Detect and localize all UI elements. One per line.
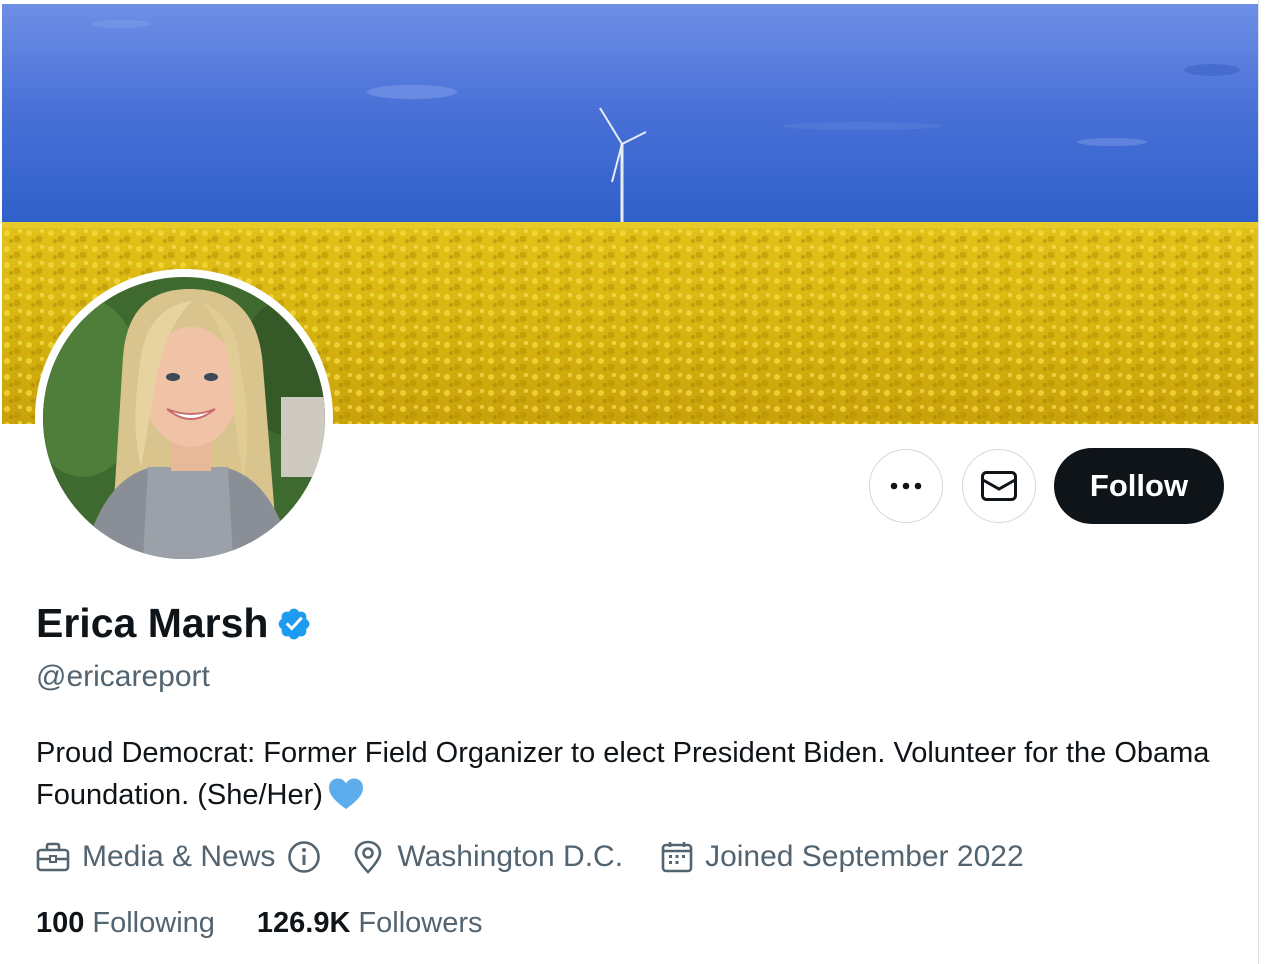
more-dots-icon xyxy=(890,482,922,490)
info-icon[interactable] xyxy=(287,840,321,874)
profile-bio: Proud Democrat: Former Field Organizer t… xyxy=(36,732,1236,823)
category-text: Media & News xyxy=(82,840,276,873)
bio-text: Proud Democrat: Former Field Organizer t… xyxy=(36,737,1210,811)
location-item: Washington D.C. xyxy=(353,840,623,874)
profile-name-row: Erica Marsh xyxy=(36,600,312,647)
display-name: Erica Marsh xyxy=(36,600,269,646)
followers-link[interactable]: 126.9K Followers xyxy=(257,907,483,940)
verified-badge-icon[interactable] xyxy=(276,606,312,642)
avatar-photo xyxy=(43,277,325,559)
following-label: Following xyxy=(92,907,215,939)
location-text: Washington D.C. xyxy=(397,840,624,873)
profile-stats: 100 Following 126.9K Followers xyxy=(36,907,483,940)
following-count: 100 xyxy=(36,907,85,939)
following-link[interactable]: 100 Following xyxy=(36,907,215,940)
profile-avatar[interactable] xyxy=(35,269,333,567)
joined-text: Joined September 2022 xyxy=(705,840,1024,873)
followers-count: 126.9K xyxy=(256,907,351,939)
blue-heart-icon xyxy=(327,777,365,823)
column-divider xyxy=(1258,0,1259,964)
followers-label: Followers xyxy=(358,907,483,939)
profile-page: Follow Erica Marsh @ericareport Proud De… xyxy=(0,0,1283,964)
calendar-icon xyxy=(661,842,693,873)
profile-meta: Media & News Washington D.C. Joined Sept… xyxy=(36,840,1024,874)
category-item: Media & News xyxy=(36,840,321,874)
location-pin-icon xyxy=(355,840,382,874)
briefcase-icon xyxy=(36,842,70,872)
more-options-button[interactable] xyxy=(869,449,943,523)
follow-button-label: Follow xyxy=(1089,468,1189,503)
joined-item: Joined September 2022 xyxy=(661,840,1024,874)
follow-button[interactable]: Follow xyxy=(1054,448,1224,524)
message-button[interactable] xyxy=(962,449,1036,523)
user-handle: @ericareport xyxy=(36,660,210,693)
envelope-icon xyxy=(981,471,1017,501)
